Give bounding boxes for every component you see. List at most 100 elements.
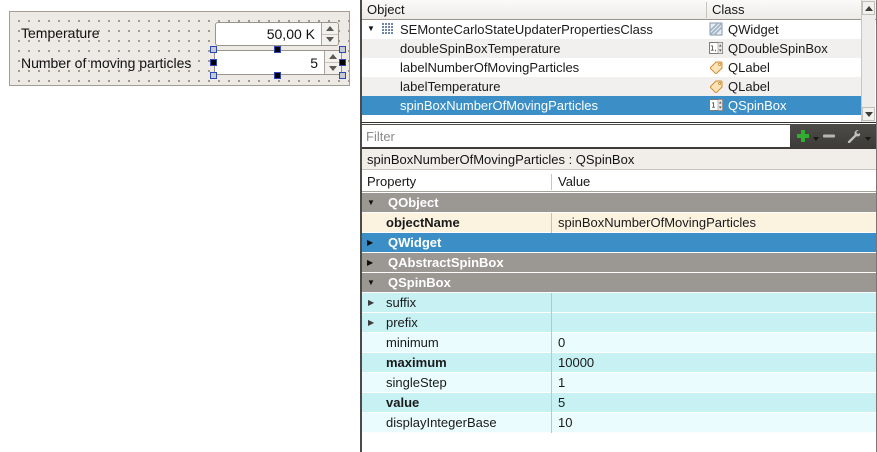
remove-dynamic-property-button[interactable] xyxy=(820,127,838,145)
property-row[interactable]: maximum 10000 xyxy=(362,353,876,373)
property-name: value xyxy=(386,395,419,410)
property-table-header[interactable]: Property Value xyxy=(362,171,876,192)
selection-handle-bottom-center[interactable] xyxy=(274,72,281,79)
property-name-cell[interactable]: singleStep xyxy=(362,373,552,393)
scroll-up-button[interactable] xyxy=(862,1,875,15)
property-name-cell[interactable]: minimum xyxy=(362,333,552,353)
column-separator[interactable] xyxy=(706,2,707,18)
arrow-down-icon xyxy=(329,66,337,71)
class-cell: QWidget xyxy=(707,20,861,39)
scroll-down-button[interactable] xyxy=(862,107,875,121)
arrow-up-icon xyxy=(329,54,337,59)
property-name-cell[interactable]: ▶ prefix xyxy=(362,313,552,333)
value-column-header[interactable]: Value xyxy=(558,174,590,189)
class-name: QLabel xyxy=(728,79,770,94)
label-number-of-moving-particles[interactable]: Number of moving particles xyxy=(21,55,191,71)
selection-handle-top-right[interactable] xyxy=(339,46,346,53)
arrow-down-icon xyxy=(326,37,334,42)
expander-icon[interactable]: ▼ xyxy=(367,24,375,33)
property-group-row[interactable]: ▶ QAbstractSpinBox xyxy=(362,253,876,273)
class-cell: QLabel xyxy=(707,58,861,77)
column-separator[interactable] xyxy=(551,174,552,190)
property-name: minimum xyxy=(386,335,439,350)
property-group-row[interactable]: ▶QWidget xyxy=(362,233,876,253)
property-name: suffix xyxy=(386,295,416,310)
property-value-cell[interactable]: 10 xyxy=(552,413,876,433)
expand-arrow-icon[interactable]: ▶ xyxy=(368,298,374,307)
label-temperature[interactable]: Temperature xyxy=(21,25,100,41)
spin-down-button[interactable] xyxy=(322,35,338,46)
property-value-cell[interactable]: 5 xyxy=(552,393,876,413)
property-name: prefix xyxy=(386,315,418,330)
property-name-cell[interactable]: value xyxy=(362,393,552,413)
property-value-cell[interactable]: 0 xyxy=(552,333,876,353)
property-value-cell[interactable] xyxy=(552,313,876,333)
arrow-up-icon xyxy=(865,6,873,11)
wrench-icon xyxy=(846,129,860,143)
collapse-arrow-icon[interactable]: ▼ xyxy=(367,278,375,287)
minus-icon xyxy=(822,129,836,143)
temperature-spinbox-value[interactable]: 50,00 K xyxy=(216,26,321,42)
object-name: labelNumberOfMovingParticles xyxy=(400,60,579,75)
collapse-arrow-icon[interactable]: ▼ xyxy=(367,198,375,207)
property-value-cell[interactable] xyxy=(552,293,876,313)
property-value-cell[interactable]: spinBoxNumberOfMovingParticles xyxy=(552,213,876,233)
class-name: QDoubleSpinBox xyxy=(728,41,828,56)
tree-scrollbar[interactable] xyxy=(861,0,875,122)
property-value-cell[interactable]: 10000 xyxy=(552,353,876,373)
object-inspector-header[interactable]: Object Class xyxy=(362,0,876,20)
tree-row[interactable]: labelNumberOfMovingParticles QLabel xyxy=(362,58,861,77)
configure-property-editor-button[interactable] xyxy=(844,127,862,145)
tree-row[interactable]: doubleSpinBoxTemperature1,QDoubleSpinBox xyxy=(362,39,861,58)
selection-handle-top-left[interactable] xyxy=(210,46,217,53)
property-row[interactable]: objectNamespinBoxNumberOfMovingParticles xyxy=(362,213,876,233)
add-dynamic-property-button[interactable] xyxy=(794,127,812,145)
property-group-row[interactable]: ▼QObject xyxy=(362,193,876,213)
arrow-down-icon xyxy=(865,112,873,117)
plus-icon xyxy=(796,129,810,143)
property-row[interactable]: minimum 0 xyxy=(362,333,876,353)
object-tree-body: ▼ SEMonteCarloStateUpdaterPropertiesClass… xyxy=(362,20,861,115)
property-row[interactable]: displayIntegerBase10 xyxy=(362,413,876,433)
property-value: 5 xyxy=(558,395,565,410)
object-column-header[interactable]: Object xyxy=(367,2,405,17)
property-group-row[interactable]: ▼ QSpinBox xyxy=(362,273,876,293)
class-column-header[interactable]: Class xyxy=(712,2,745,17)
spin-up-button[interactable] xyxy=(322,23,338,35)
property-name-cell[interactable]: maximum xyxy=(362,353,552,373)
qt-designer-window: Temperature 50,00 K Number of moving par… xyxy=(0,0,877,452)
expand-arrow-icon[interactable]: ▶ xyxy=(368,318,374,327)
selection-handle-top-center[interactable] xyxy=(274,46,281,53)
property-value-cell[interactable]: 1 xyxy=(552,373,876,393)
property-name-cell[interactable]: ▶ suffix xyxy=(362,293,552,313)
expand-arrow-icon[interactable]: ▶ xyxy=(367,238,373,247)
object-name: SEMonteCarloStateUpdaterPropertiesClass xyxy=(400,22,653,37)
qdoublespinbox-icon: 1, xyxy=(709,41,723,58)
property-name: maximum xyxy=(386,355,447,370)
particles-spinbox-value[interactable]: 5 xyxy=(215,55,324,71)
selection-handle-mid-right[interactable] xyxy=(339,59,346,66)
current-object-caption: spinBoxNumberOfMovingParticles : QSpinBo… xyxy=(362,149,876,170)
group-name: QSpinBox xyxy=(388,275,451,290)
tree-row[interactable]: labelTemperature QLabel xyxy=(362,77,861,96)
form-widget-canvas[interactable]: Temperature 50,00 K Number of moving par… xyxy=(9,11,350,86)
selection-handle-bottom-right[interactable] xyxy=(339,72,346,79)
filter-input[interactable] xyxy=(362,125,790,147)
property-column-header[interactable]: Property xyxy=(367,174,416,189)
selection-handle-mid-left[interactable] xyxy=(210,59,217,66)
property-row[interactable]: ▶ prefix xyxy=(362,313,876,333)
property-name-cell[interactable]: displayIntegerBase xyxy=(362,413,552,433)
expand-arrow-icon[interactable]: ▶ xyxy=(367,258,373,267)
object-name: labelTemperature xyxy=(400,79,500,94)
tree-row[interactable]: spinBoxNumberOfMovingParticles1QSpinBox xyxy=(362,96,861,115)
tree-row[interactable]: ▼ SEMonteCarloStateUpdaterPropertiesClass… xyxy=(362,20,861,39)
selection-handle-bottom-left[interactable] xyxy=(210,72,217,79)
temperature-spinbox[interactable]: 50,00 K xyxy=(215,22,339,46)
property-row[interactable]: ▶ suffix xyxy=(362,293,876,313)
property-row[interactable]: singleStep1 xyxy=(362,373,876,393)
qlabel-icon xyxy=(709,79,723,96)
property-row[interactable]: value 5 xyxy=(362,393,876,413)
qwidget-icon xyxy=(709,22,723,39)
property-name-cell[interactable]: objectName xyxy=(362,213,552,233)
group-name: QAbstractSpinBox xyxy=(388,255,504,270)
